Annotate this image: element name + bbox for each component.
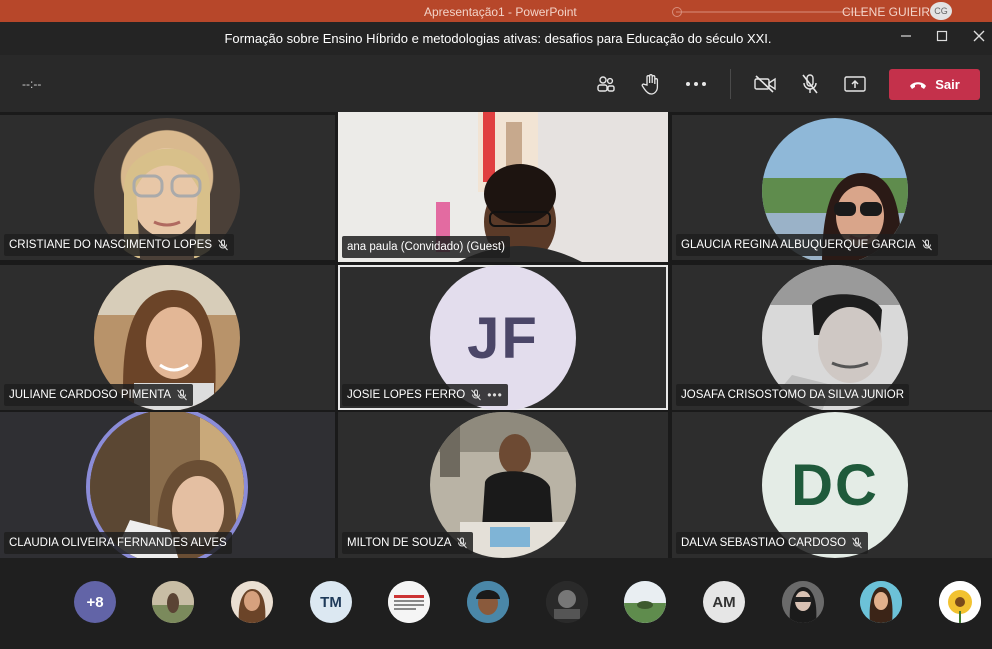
participant-tile[interactable]: ana paula (Convidado) (Guest) — [338, 112, 668, 262]
roster-avatar[interactable] — [939, 581, 981, 623]
video-grid: CRISTIANE DO NASCIMENTO LOPES ana paula … — [0, 112, 992, 558]
toolbar-divider — [730, 69, 731, 99]
participant-tile[interactable]: DC DALVA SEBASTIAO CARDOSO — [672, 412, 992, 558]
share-screen-button[interactable] — [840, 70, 870, 98]
participant-tile[interactable]: JOSAFA CRISOSTOMO DA SILVA JUNIOR — [672, 265, 992, 410]
participant-name-tag: JULIANE CARDOSO PIMENTA — [4, 384, 194, 406]
roster-avatar[interactable] — [152, 581, 194, 623]
mic-off-icon — [218, 239, 228, 251]
share-icon — [844, 76, 866, 92]
participant-name: JULIANE CARDOSO PIMENTA — [9, 389, 172, 401]
participant-tile[interactable]: MILTON DE SOUZA — [338, 412, 668, 558]
participant-tile[interactable]: CRISTIANE DO NASCIMENTO LOPES — [0, 115, 335, 260]
background-user-name: CILENE GUIEIRO — [842, 5, 940, 19]
participant-name: JOSAFA CRISOSTOMO DA SILVA JUNIOR — [681, 389, 905, 401]
minimize-icon — [901, 35, 911, 37]
leave-label: Sair — [935, 77, 960, 92]
meeting-timer: --:-- — [22, 77, 42, 91]
participant-tile[interactable]: GLAUCIA REGINA ALBUQUERQUE GARCIA — [672, 115, 992, 260]
more-icon — [686, 82, 706, 86]
participant-name: MILTON DE SOUZA — [347, 537, 452, 549]
mic-off-icon — [177, 389, 187, 401]
mic-off-icon — [921, 239, 932, 251]
roster-avatar[interactable] — [546, 581, 588, 623]
participant-tile-active[interactable]: JF JOSIE LOPES FERRO ••• — [338, 265, 668, 410]
raise-hand-icon — [641, 74, 659, 95]
participant-tile-speaking[interactable]: CLAUDIA OLIVEIRA FERNANDES ALVES — [0, 412, 335, 558]
maximize-icon — [936, 30, 948, 42]
window-titlebar: Formação sobre Ensino Híbrido e metodolo… — [0, 22, 992, 55]
roster-avatar[interactable] — [860, 581, 902, 623]
participant-name: JOSIE LOPES FERRO — [347, 389, 466, 401]
participant-tile[interactable]: JULIANE CARDOSO PIMENTA — [0, 265, 335, 410]
participants-button[interactable] — [591, 70, 621, 98]
more-options-button[interactable] — [681, 70, 711, 98]
participant-roster-strip: +8 TM AM — [0, 558, 992, 649]
participant-name: CRISTIANE DO NASCIMENTO LOPES — [9, 239, 212, 251]
close-icon — [973, 30, 985, 42]
participant-more-button[interactable]: ••• — [487, 388, 503, 402]
roster-avatar[interactable] — [467, 581, 509, 623]
more-participants-button[interactable]: +8 — [74, 581, 116, 623]
minimize-button[interactable] — [893, 27, 919, 49]
participant-name: DALVA SEBASTIAO CARDOSO — [681, 537, 847, 549]
roster-avatar[interactable] — [231, 581, 273, 623]
background-progress-knob — [672, 7, 682, 17]
participant-name-tag: MILTON DE SOUZA — [342, 532, 474, 554]
participant-name-tag: CRISTIANE DO NASCIMENTO LOPES — [4, 234, 234, 256]
participant-name: CLAUDIA OLIVEIRA FERNANDES ALVES — [9, 537, 227, 549]
participant-name-tag: JOSIE LOPES FERRO ••• — [342, 384, 508, 406]
roster-avatar[interactable] — [388, 581, 430, 623]
participant-name-tag: ana paula (Convidado) (Guest) — [342, 236, 510, 258]
mic-off-icon — [852, 537, 862, 549]
camera-off-icon — [754, 75, 776, 93]
camera-toggle-button[interactable] — [750, 70, 780, 98]
background-app-title: Apresentação1 - PowerPoint — [424, 5, 577, 19]
mic-off-icon — [802, 74, 818, 94]
mic-toggle-button[interactable] — [795, 70, 825, 98]
roster-avatar[interactable] — [624, 581, 666, 623]
roster-avatar-initials[interactable]: AM — [703, 581, 745, 623]
roster-avatar[interactable] — [782, 581, 824, 623]
mic-off-icon — [457, 537, 468, 549]
participant-name: GLAUCIA REGINA ALBUQUERQUE GARCIA — [681, 239, 916, 251]
meeting-control-bar: --:-- Sair — [0, 55, 992, 112]
meeting-title: Formação sobre Ensino Híbrido e metodolo… — [224, 31, 772, 46]
participant-name-tag: JOSAFA CRISOSTOMO DA SILVA JUNIOR — [676, 384, 910, 406]
roster-avatar-initials[interactable]: TM — [310, 581, 352, 623]
participant-name: ana paula (Convidado) (Guest) — [347, 241, 505, 253]
maximize-button[interactable] — [929, 27, 955, 49]
background-user-avatar: CG — [930, 2, 952, 20]
background-progress-track — [676, 11, 866, 13]
participant-name-tag: GLAUCIA REGINA ALBUQUERQUE GARCIA — [676, 234, 938, 256]
close-button[interactable] — [966, 27, 992, 49]
participant-name-tag: CLAUDIA OLIVEIRA FERNANDES ALVES — [4, 532, 232, 554]
raise-hand-button[interactable] — [636, 70, 666, 98]
background-app-titlebar: Apresentação1 - PowerPoint CILENE GUIEIR… — [0, 0, 992, 22]
hang-up-icon — [910, 81, 927, 89]
participants-icon — [597, 76, 615, 92]
mic-off-icon — [471, 389, 482, 401]
participant-name-tag: DALVA SEBASTIAO CARDOSO — [676, 532, 869, 554]
leave-meeting-button[interactable]: Sair — [889, 69, 980, 100]
